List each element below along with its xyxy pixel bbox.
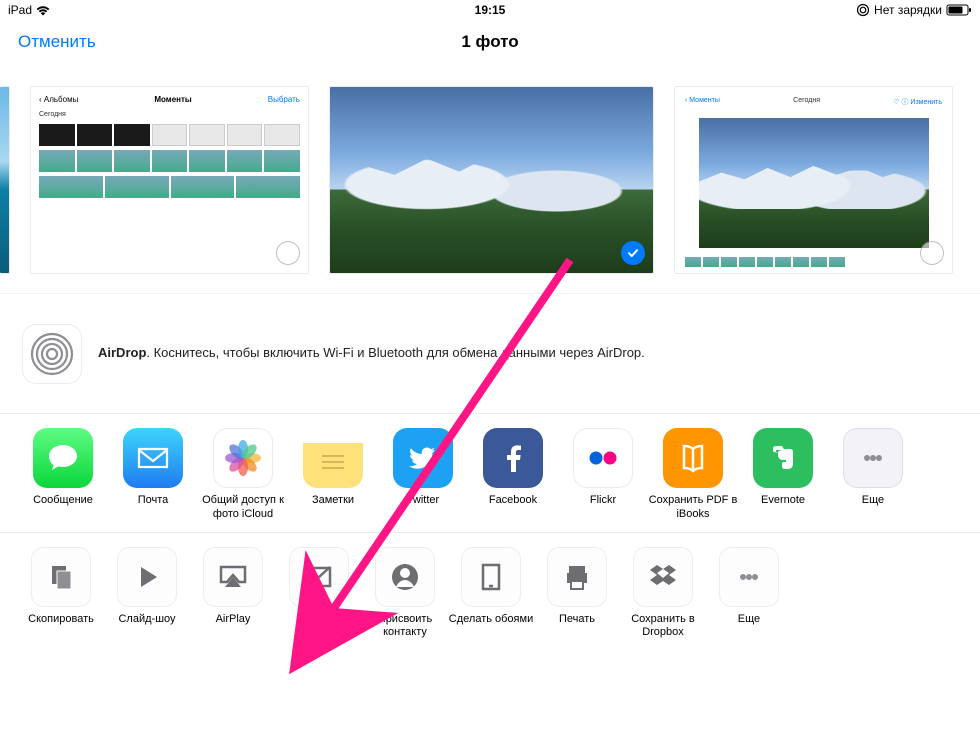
facebook-icon — [483, 428, 543, 488]
status-bar: iPad 19:15 Нет зарядки — [0, 0, 980, 20]
action-label: Слайд-шоу — [118, 613, 175, 639]
wifi-icon — [36, 5, 50, 16]
action-label: Присвоить контакту — [362, 613, 448, 641]
message-icon — [33, 428, 93, 488]
app-label: Еще — [862, 494, 884, 520]
action-label: Скопировать — [28, 613, 94, 639]
app-label: Заметки — [312, 494, 354, 520]
action-more[interactable]: Еще — [706, 547, 792, 641]
share-app-message[interactable]: Сообщение — [18, 428, 108, 522]
charge-label: Нет зарядки — [874, 3, 942, 17]
share-app-photos[interactable]: Общий доступ к фото iCloud — [198, 428, 288, 522]
action-print[interactable]: Печать — [534, 547, 620, 641]
airdrop-section: AirDrop. Коснитесь, чтобы включить Wi-Fi… — [0, 294, 980, 414]
photo-thumb[interactable]: ‹ МоментыСегодня♡ ⓘ Изменить — [674, 86, 953, 274]
action-contact[interactable]: Присвоить контакту — [362, 547, 448, 641]
share-apps-row[interactable]: Сообщение Почта Общий доступ к фото iCloud… — [0, 414, 980, 533]
photo-thumb[interactable] — [0, 86, 10, 274]
action-airplay[interactable]: AirPlay — [190, 547, 276, 641]
copy-icon — [31, 547, 91, 607]
notes-icon — [303, 428, 363, 488]
contact-icon — [375, 547, 435, 607]
action-hide[interactable]: Скрыть — [276, 547, 362, 641]
photo-carousel[interactable]: ‹ АльбомыМоментыВыбрать Сегодня ‹ Момент… — [0, 64, 980, 294]
share-app-facebook[interactable]: Facebook — [468, 428, 558, 522]
print-icon — [547, 547, 607, 607]
action-wallpaper[interactable]: Сделать обоями — [448, 547, 534, 641]
action-row[interactable]: Скопировать Слайд-шоу AirPlay Скрыть Присвои… — [0, 533, 980, 651]
action-label: Сохранить в Dropbox — [620, 613, 706, 641]
app-label: Общий доступ к фото iCloud — [198, 494, 288, 522]
share-app-twitter[interactable]: Twitter — [378, 428, 468, 522]
share-app-more[interactable]: Еще — [828, 428, 918, 522]
flickr-icon — [573, 428, 633, 488]
cancel-button[interactable]: Отменить — [18, 32, 96, 52]
action-play[interactable]: Слайд-шоу — [104, 547, 190, 641]
status-right: Нет зарядки — [856, 3, 972, 17]
app-label: Twitter — [407, 494, 439, 520]
share-app-flickr[interactable]: Flickr — [558, 428, 648, 522]
select-badge-selected[interactable] — [621, 241, 645, 265]
photos-icon — [213, 428, 273, 488]
mail-icon — [123, 428, 183, 488]
select-badge[interactable] — [276, 241, 300, 265]
airplay-icon — [203, 547, 263, 607]
app-label: Сохранить PDF в iBooks — [648, 494, 738, 522]
status-left: iPad — [8, 3, 50, 17]
photo-thumb[interactable] — [329, 86, 654, 274]
app-label: Evernote — [761, 494, 805, 520]
select-badge[interactable] — [920, 241, 944, 265]
more-icon — [719, 547, 779, 607]
airdrop-bold: AirDrop — [98, 345, 146, 360]
nav-bar: Отменить 1 фото — [0, 20, 980, 64]
app-label: Flickr — [590, 494, 616, 520]
app-label: Facebook — [489, 494, 537, 520]
share-app-evernote[interactable]: Evernote — [738, 428, 828, 522]
share-app-notes[interactable]: Заметки — [288, 428, 378, 522]
action-label: Сделать обоями — [449, 613, 533, 639]
more-icon — [843, 428, 903, 488]
airdrop-desc: . Коснитесь, чтобы включить Wi-Fi и Blue… — [146, 345, 644, 360]
airdrop-text: AirDrop. Коснитесь, чтобы включить Wi-Fi… — [98, 344, 645, 362]
status-time: 19:15 — [475, 3, 506, 17]
battery-icon — [946, 4, 972, 16]
app-label: Сообщение — [33, 494, 93, 520]
play-icon — [117, 547, 177, 607]
action-label: Скрыть — [300, 613, 338, 639]
twitter-icon — [393, 428, 453, 488]
photo-thumb[interactable]: ‹ АльбомыМоментыВыбрать Сегодня — [30, 86, 309, 274]
ibooks-icon — [663, 428, 723, 488]
action-label: Еще — [738, 613, 760, 639]
action-label: Печать — [559, 613, 595, 639]
wallpaper-icon — [461, 547, 521, 607]
share-app-ibooks[interactable]: Сохранить PDF в iBooks — [648, 428, 738, 522]
dropbox-icon — [633, 547, 693, 607]
action-copy[interactable]: Скопировать — [18, 547, 104, 641]
device-label: iPad — [8, 3, 32, 17]
action-label: AirPlay — [216, 613, 251, 639]
do-not-charge-icon — [856, 3, 870, 17]
evernote-icon — [753, 428, 813, 488]
action-dropbox[interactable]: Сохранить в Dropbox — [620, 547, 706, 641]
app-label: Почта — [138, 494, 169, 520]
share-app-mail[interactable]: Почта — [108, 428, 198, 522]
page-title: 1 фото — [461, 32, 518, 52]
hide-icon — [289, 547, 349, 607]
airdrop-icon[interactable] — [22, 324, 82, 384]
